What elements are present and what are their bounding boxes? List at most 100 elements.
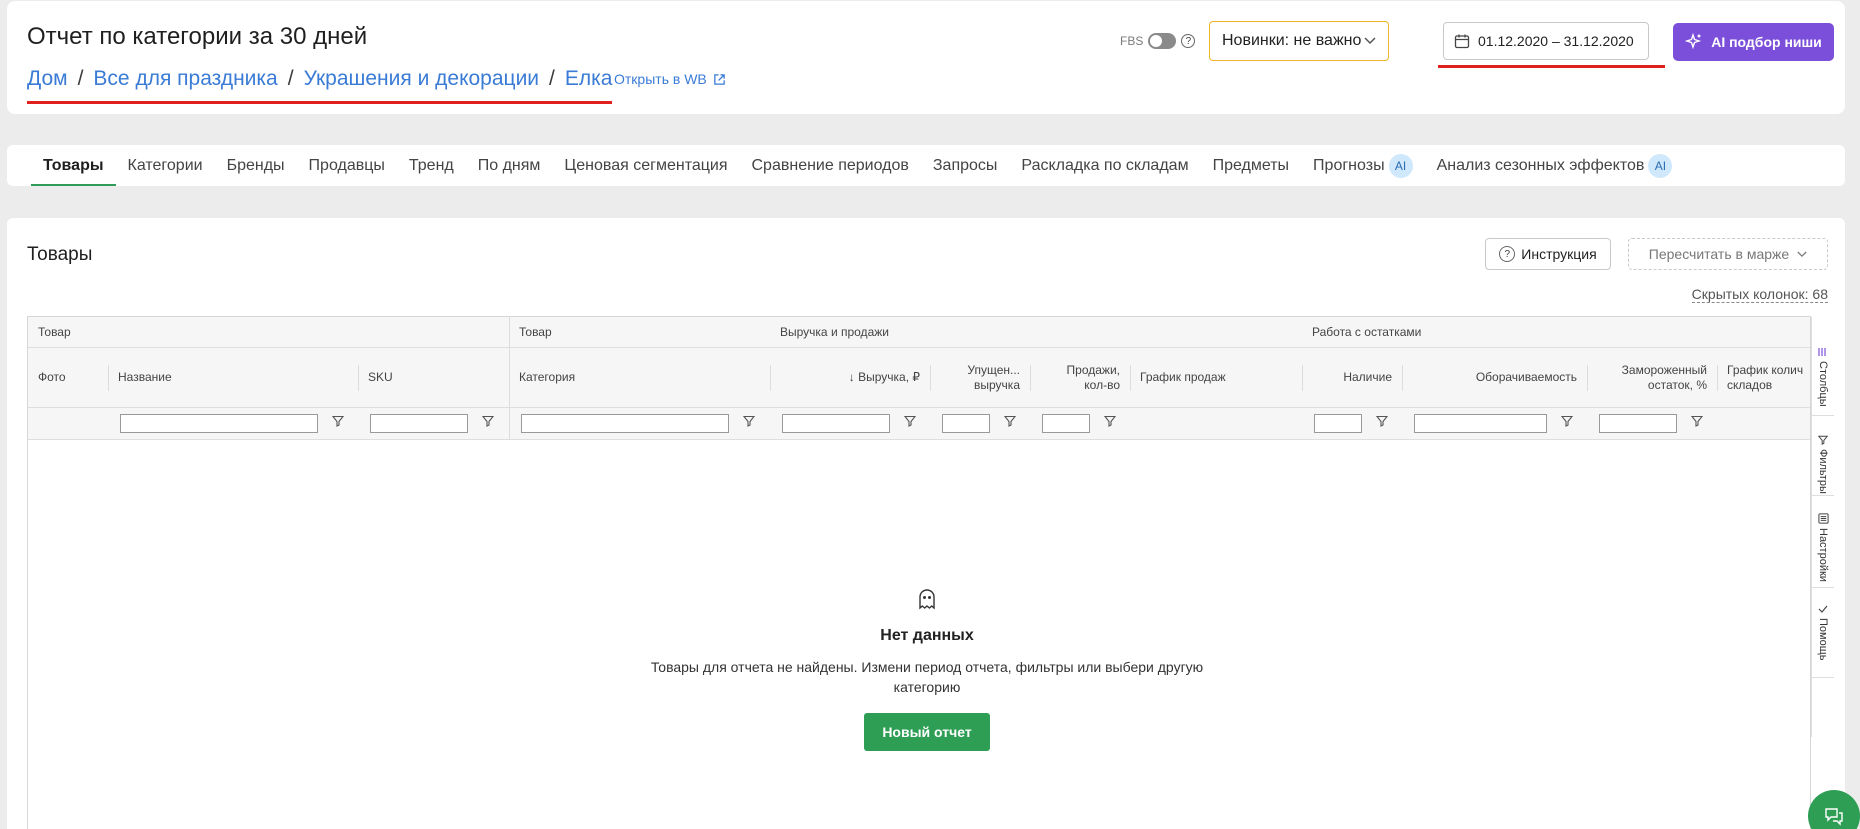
products-grid: Товар Товар Выручка и продажи Работа с о… xyxy=(27,316,1834,829)
filter-input-lost-revenue[interactable] xyxy=(942,414,990,433)
group-header: Работа с остатками xyxy=(1312,325,1422,339)
filter-input-category[interactable] xyxy=(521,414,729,433)
breadcrumb-item-tree[interactable]: Елка xyxy=(565,67,613,91)
ai-niche-button[interactable]: AI подбор ниши xyxy=(1673,23,1834,61)
novinki-select[interactable]: Новинки: не важно xyxy=(1209,21,1389,61)
group-header: Товар xyxy=(519,325,552,339)
col-header-turnover[interactable]: Оборачиваемость xyxy=(1402,348,1587,407)
filter-icon[interactable] xyxy=(482,415,494,427)
fbs-toggle[interactable] xyxy=(1148,33,1177,49)
col-header-sales-qty[interactable]: Продажи, кол-во xyxy=(1030,348,1130,407)
breadcrumb-separator: / xyxy=(287,67,294,90)
filter-input-stock[interactable] xyxy=(1314,414,1362,433)
breadcrumb-item-holiday[interactable]: Все для праздника xyxy=(93,67,277,91)
tab-label: Анализ сезонных эффектов xyxy=(1436,156,1645,174)
col-header-stock[interactable]: Наличие xyxy=(1302,348,1402,407)
filter-input-turnover[interactable] xyxy=(1414,414,1547,433)
col-header-frozen-stock[interactable]: Замороженный остаток, % xyxy=(1587,348,1717,407)
tab-1[interactable]: Категории xyxy=(116,145,215,186)
col-header-category[interactable]: Категория xyxy=(509,348,770,407)
rail-settings[interactable]: Настройки xyxy=(1812,513,1834,582)
breadcrumb-separator: / xyxy=(549,67,555,90)
filter-icon[interactable] xyxy=(904,415,916,427)
breadcrumb-item-decorations[interactable]: Украшения и декорации xyxy=(304,67,539,91)
page-title: Отчет по категории за 30 дней xyxy=(27,23,368,50)
tab-10[interactable]: Предметы xyxy=(1201,145,1301,186)
col-header-sku[interactable]: SKU xyxy=(358,348,509,407)
filter-icon[interactable] xyxy=(743,415,755,427)
fbs-label: FBS xyxy=(1120,34,1144,48)
filter-icon[interactable] xyxy=(1561,415,1573,427)
filter-input-revenue[interactable] xyxy=(782,414,890,433)
tab-4[interactable]: Тренд xyxy=(397,145,466,186)
instruction-label: Инструкция xyxy=(1521,246,1597,262)
tab-7[interactable]: Сравнение периодов xyxy=(740,145,921,186)
col-header-qty-chart[interactable]: График колич складов xyxy=(1717,348,1804,407)
new-report-button[interactable]: Новый отчет xyxy=(864,713,990,751)
open-in-wb-label: Открыть в WB xyxy=(614,71,707,87)
group-header: Товар xyxy=(38,325,71,339)
chat-icon xyxy=(1825,808,1843,826)
tab-label: Продавцы xyxy=(308,156,385,174)
tab-8[interactable]: Запросы xyxy=(921,145,1010,186)
rail-filters[interactable]: Фильтры xyxy=(1812,435,1834,494)
tab-3[interactable]: Продавцы xyxy=(297,145,397,186)
tab-11[interactable]: Прогнозы AI xyxy=(1301,145,1425,186)
chat-button[interactable] xyxy=(1808,790,1860,829)
check-icon xyxy=(1818,605,1828,613)
tabs-list: Товары Категории Бренды Продавцы Тренд По дня… xyxy=(31,145,1684,186)
tabs-bar: Товары Категории Бренды Продавцы Тренд По дня… xyxy=(7,145,1845,186)
tab-9[interactable]: Раскладка по складам xyxy=(1009,145,1200,186)
breadcrumb-item-home[interactable]: Дом xyxy=(27,67,68,91)
grid-column-header-row: Фото Название SKU Категория ↓ Выручка, ₽… xyxy=(28,348,1810,408)
col-header-revenue[interactable]: ↓ Выручка, ₽ xyxy=(770,348,930,407)
instruction-button[interactable]: ? Инструкция xyxy=(1485,238,1611,270)
filter-icon[interactable] xyxy=(332,415,344,427)
question-icon: ? xyxy=(1499,246,1516,262)
rail-help-label: Помощь xyxy=(1817,618,1829,661)
tab-6[interactable]: Ценовая сегментация xyxy=(552,145,739,186)
empty-title: Нет данных xyxy=(880,627,974,644)
filter-input-sku[interactable] xyxy=(370,414,468,433)
ai-niche-label: AI подбор ниши xyxy=(1711,34,1822,50)
filter-input-sales-qty[interactable] xyxy=(1042,414,1090,433)
fbs-toggle-group: FBS ? xyxy=(1120,33,1196,49)
section-title: Товары xyxy=(27,244,93,265)
breadcrumb-separator: / xyxy=(77,67,84,90)
tab-5[interactable]: По дням xyxy=(466,145,553,186)
recalc-margin-select[interactable]: Пересчитать в марже xyxy=(1628,238,1828,270)
col-header-name[interactable]: Название xyxy=(108,348,358,407)
filter-icon xyxy=(1818,435,1828,445)
filter-icon[interactable] xyxy=(1376,415,1388,427)
date-range-picker[interactable]: 01.12.2020 – 31.12.2020 xyxy=(1443,22,1649,60)
date-red-underline xyxy=(1438,65,1665,68)
grid-tool-rail: Столбцы Фильтры Настройки Помощь xyxy=(1811,317,1834,737)
help-icon[interactable]: ? xyxy=(1181,34,1196,48)
hidden-columns-link[interactable]: Скрытых колонок: 68 xyxy=(1691,286,1828,303)
tab-label: По дням xyxy=(477,156,541,174)
breadcrumb: Дом / Все для праздника / Украшения и де… xyxy=(27,67,612,91)
tab-label: Тренд xyxy=(408,156,454,174)
filter-icon[interactable] xyxy=(1004,415,1016,427)
col-header-photo[interactable]: Фото xyxy=(28,348,108,407)
rail-columns[interactable]: Столбцы xyxy=(1812,347,1834,407)
rail-help[interactable]: Помощь xyxy=(1812,604,1834,661)
col-header-sales-chart[interactable]: График продаж xyxy=(1130,348,1302,407)
filter-input-frozen[interactable] xyxy=(1599,414,1677,433)
col-header-lost-revenue[interactable]: Упущен... выручка xyxy=(930,348,1030,407)
filter-icon[interactable] xyxy=(1104,415,1116,427)
columns-icon xyxy=(1818,348,1826,356)
filter-input-name[interactable] xyxy=(120,414,318,433)
ai-badge: AI xyxy=(1388,153,1413,178)
empty-description: Товары для отчета не найдены. Измени пер… xyxy=(650,659,1204,695)
tab-2[interactable]: Бренды xyxy=(215,145,297,186)
tab-label: Товары xyxy=(43,156,104,174)
chevron-down-icon xyxy=(1797,251,1807,257)
open-in-wb-link[interactable]: Открыть в WB xyxy=(614,71,726,87)
external-link-icon xyxy=(713,73,725,85)
rail-settings-label: Настройки xyxy=(1817,528,1829,582)
filter-icon[interactable] xyxy=(1691,415,1703,427)
tab-12[interactable]: Анализ сезонных эффектов AI xyxy=(1425,145,1685,186)
group-header: Выручка и продажи xyxy=(780,325,889,339)
tab-0[interactable]: Товары xyxy=(31,145,116,186)
